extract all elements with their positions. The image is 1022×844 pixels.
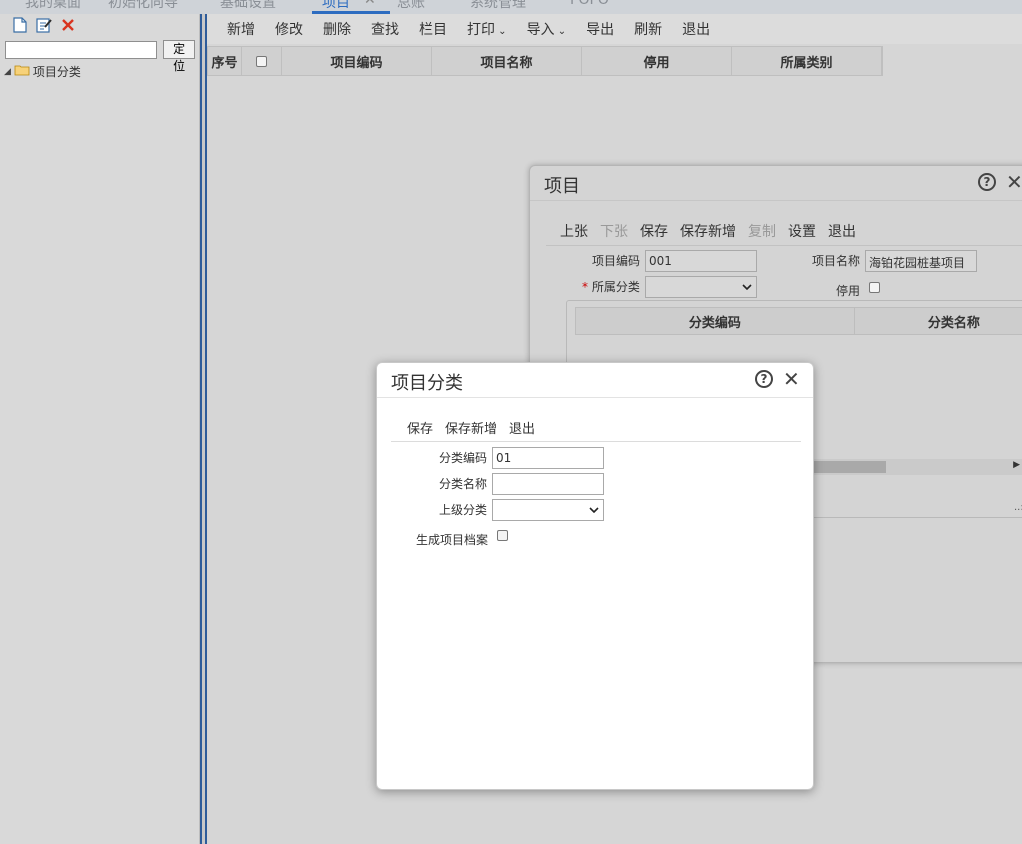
required-marker: * — [582, 280, 588, 294]
col-project-name[interactable]: 项目名称 — [432, 47, 582, 75]
parent-category-select[interactable] — [492, 499, 604, 521]
col-category-code[interactable]: 分类编码 — [576, 308, 855, 334]
export-button[interactable]: 导出 — [586, 19, 614, 39]
category-code-label: 分类编码 — [439, 451, 488, 465]
sub-grid-header: 分类编码 分类名称 — [575, 307, 1022, 335]
generate-archive-checkbox[interactable] — [497, 530, 508, 541]
next-record-button[interactable]: 下张 — [600, 221, 628, 241]
col-project-code[interactable]: 项目编码 — [282, 47, 432, 75]
title-divider — [377, 397, 813, 398]
help-icon[interactable]: ? — [978, 173, 996, 191]
edit-icon[interactable] — [36, 17, 52, 33]
col-seq: 序号 — [208, 47, 242, 75]
help-icon[interactable]: ? — [755, 370, 773, 388]
save-and-new-button[interactable]: 保存新增 — [445, 418, 497, 437]
scroll-right-icon[interactable]: ▶ — [1013, 460, 1020, 470]
tab-popo[interactable]: POPO — [570, 0, 609, 8]
new-file-icon[interactable] — [12, 17, 28, 33]
scrollbar-thumb[interactable] — [814, 461, 886, 473]
chevron-down-icon — [589, 507, 599, 513]
folder-icon — [14, 64, 30, 79]
generate-archive-label: 生成项目档案 — [416, 533, 489, 547]
refresh-button[interactable]: 刷新 — [634, 19, 662, 39]
col-category-name[interactable]: 分类名称 — [855, 308, 1022, 334]
delete-button[interactable]: 删除 — [323, 19, 351, 39]
dialog-title: 项目 — [544, 176, 580, 197]
category-label: * 所属分类 — [582, 280, 640, 294]
tree-node-project-category[interactable]: ◢ 项目分类 — [0, 59, 199, 80]
chevron-down-icon — [742, 284, 752, 290]
grid-header: 序号 项目编码 项目名称 停用 所属类别 — [207, 46, 883, 76]
title-divider — [530, 200, 1022, 201]
search-row: 定位 — [0, 36, 199, 73]
copy-button[interactable]: 复制 — [748, 221, 776, 241]
project-name-label: 项目名称 — [812, 254, 861, 268]
tab-basic-settings[interactable]: 基础设置 — [220, 0, 276, 12]
tree-expand-icon[interactable]: ◢ — [4, 67, 11, 77]
disabled-label: 停用 — [836, 284, 861, 298]
columns-button[interactable]: 栏目 — [419, 19, 447, 39]
tab-desktop[interactable]: 我的桌面 — [25, 0, 81, 12]
project-name-field[interactable]: 海铂花园桩基项目 — [865, 250, 977, 272]
category-name-label: 分类名称 — [439, 477, 488, 491]
delete-icon[interactable] — [60, 17, 76, 33]
project-code-label: 项目编码 — [592, 254, 641, 268]
exit-button[interactable]: 退出 — [828, 221, 856, 241]
dialog-title: 项目分类 — [391, 373, 463, 394]
locate-button[interactable]: 定位 — [163, 40, 195, 73]
import-button[interactable]: 导入 ⌄ — [527, 19, 567, 39]
settings-button[interactable]: 设置 — [788, 221, 816, 241]
tab-system-admin[interactable]: 系统管理 — [470, 0, 526, 12]
save-button[interactable]: 保存 — [640, 221, 668, 241]
parent-category-label: 上级分类 — [439, 503, 488, 517]
category-select[interactable] — [645, 276, 757, 298]
category-name-field[interactable] — [492, 473, 604, 495]
left-toolbar — [0, 14, 199, 36]
main-toolbar: 新增 修改 删除 查找 栏目 打印 ⌄ 导入 ⌄ 导出 刷新 退出 — [207, 14, 1022, 44]
add-button[interactable]: 新增 — [227, 19, 255, 39]
tab-general-ledger[interactable]: 总账 — [397, 0, 425, 12]
col-disabled[interactable]: 停用 — [582, 47, 732, 75]
print-button[interactable]: 打印 ⌄ — [467, 19, 507, 39]
category-code-field[interactable]: 01 — [492, 447, 604, 469]
tree-node-label: 项目分类 — [32, 65, 81, 79]
tab-project-close-icon[interactable]: ✕ — [364, 0, 376, 8]
category-dialog-toolbar: 保存 保存新增 退出 — [407, 418, 535, 437]
toolbar-divider — [546, 245, 1022, 246]
panel-splitter[interactable] — [200, 14, 207, 844]
exit-button[interactable]: 退出 — [509, 418, 535, 437]
toolbar-divider — [391, 441, 801, 442]
resize-grip-icon[interactable]: ..: — [1014, 502, 1022, 513]
tab-init-wizard[interactable]: 初始化向导 — [108, 0, 178, 12]
close-icon[interactable]: ✕ — [1006, 172, 1022, 192]
chevron-down-icon: ⌄ — [554, 26, 567, 37]
category-dialog: 项目分类 ? ✕ 保存 保存新增 退出 分类编码 01 分类名称 上级分类 生成… — [376, 362, 814, 790]
col-select-all — [242, 47, 282, 75]
col-category[interactable]: 所属类别 — [732, 47, 882, 75]
select-all-checkbox[interactable] — [256, 55, 267, 67]
chevron-down-icon: ⌄ — [495, 26, 507, 37]
save-button[interactable]: 保存 — [407, 418, 433, 437]
find-button[interactable]: 查找 — [371, 19, 399, 39]
horizontal-scrollbar[interactable]: ▶ — [814, 459, 1022, 475]
modify-button[interactable]: 修改 — [275, 19, 303, 39]
close-icon[interactable]: ✕ — [783, 369, 800, 389]
project-dialog-toolbar: 上张 下张 保存 保存新增 复制 设置 退出 — [560, 221, 856, 241]
disabled-checkbox[interactable] — [869, 282, 880, 293]
tree-search-input[interactable] — [5, 40, 158, 59]
top-tab-strip: 我的桌面 初始化向导 基础设置 项目 ✕ 总账 系统管理 POPO — [0, 0, 1022, 14]
prev-record-button[interactable]: 上张 — [560, 221, 588, 241]
exit-button[interactable]: 退出 — [682, 19, 710, 39]
project-code-field[interactable]: 001 — [645, 250, 757, 272]
save-and-new-button[interactable]: 保存新增 — [680, 221, 736, 241]
left-panel: 定位 ◢ 项目分类 — [0, 14, 200, 844]
